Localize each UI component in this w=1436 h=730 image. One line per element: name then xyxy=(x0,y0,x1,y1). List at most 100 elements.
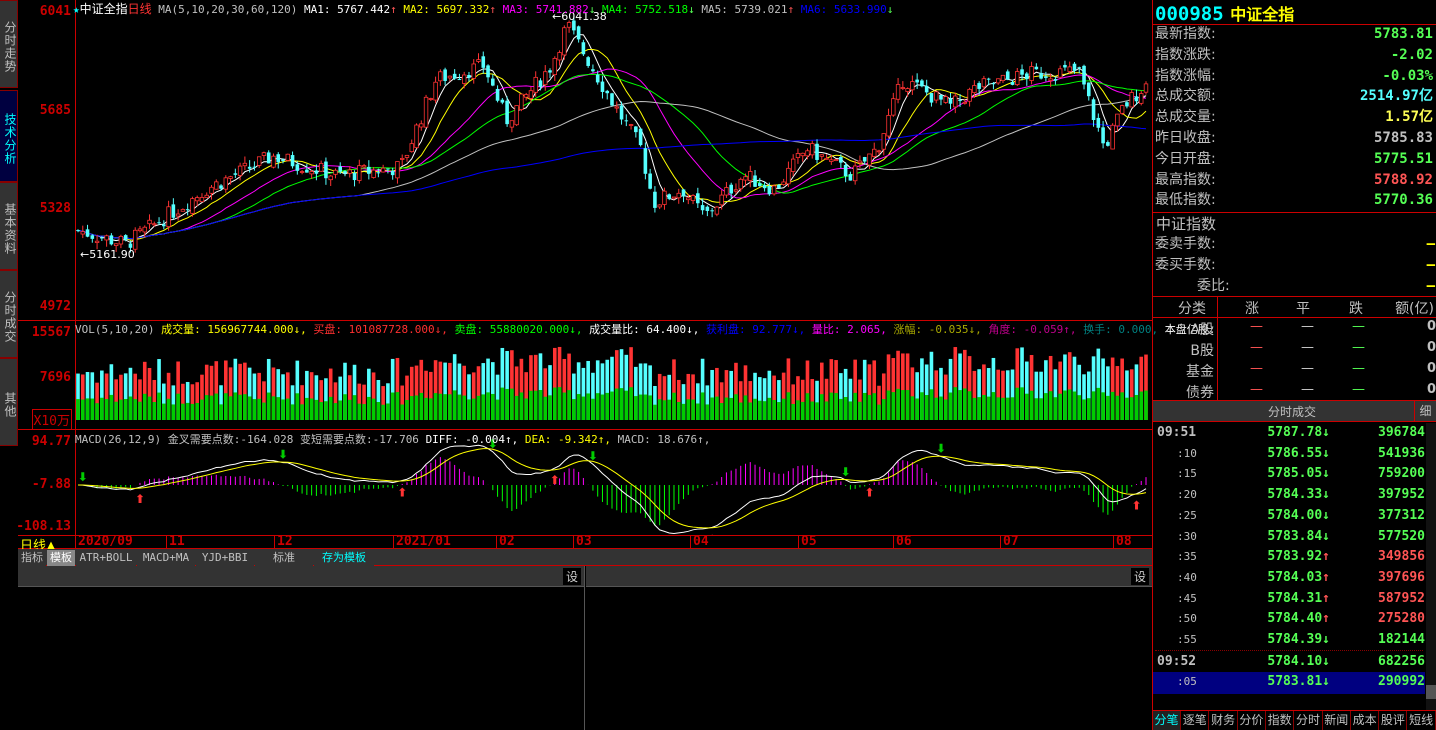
footer-tab[interactable]: 分价 xyxy=(1238,711,1266,730)
tick-row[interactable]: :25 5784.00↓ 377312 xyxy=(1155,505,1425,526)
index-name: 中证全指 xyxy=(1230,5,1295,24)
volume-sell-bar xyxy=(204,395,209,420)
candle-body xyxy=(228,176,233,179)
volume-sell-bar xyxy=(352,395,357,420)
volume-sell-bar xyxy=(510,388,514,420)
tick-row[interactable]: :55 5784.39↓ 182144 xyxy=(1155,629,1425,650)
x-tick: 12 xyxy=(274,535,293,549)
volume-sell-bar xyxy=(491,393,495,420)
candle-body xyxy=(386,168,390,170)
volume-sell-bar xyxy=(1005,397,1010,420)
candle-body xyxy=(290,155,295,167)
candle-body xyxy=(881,133,886,150)
footer-tab[interactable]: 成本 xyxy=(1351,711,1380,730)
tab-standard[interactable]: 标准 xyxy=(255,550,313,566)
footer-tab[interactable]: 逐笔 xyxy=(1181,711,1210,730)
tab-indicator[interactable]: 指标 xyxy=(18,550,46,566)
tick-row[interactable]: :45 5784.31↑ 587952 xyxy=(1155,588,1425,609)
tick-row[interactable]: :40 5784.03↑ 397696 xyxy=(1155,567,1425,588)
footer-tab[interactable]: 分时 xyxy=(1295,711,1323,730)
tick-row[interactable]: :35 5783.92↑ 349856 xyxy=(1155,546,1425,567)
volume-sell-bar xyxy=(95,403,99,420)
tick-row[interactable]: :15 5785.05↓ 759200 xyxy=(1155,463,1425,484)
tick-row[interactable]: 09:52 5784.10↓ 682256 xyxy=(1155,651,1425,672)
candle-body xyxy=(815,143,819,160)
candle-body xyxy=(934,91,939,101)
footer-tab[interactable]: 财务 xyxy=(1210,711,1238,730)
candle-body xyxy=(219,185,223,189)
tick-row[interactable]: :10 5786.55↓ 541936 xyxy=(1155,443,1425,464)
arrow-down-icon: ↓ xyxy=(1322,425,1330,440)
tick-row[interactable]: :50 5784.40↑ 275280 xyxy=(1155,608,1425,629)
volume-sell-bar xyxy=(238,394,242,420)
candle-body xyxy=(724,187,729,196)
candle-body xyxy=(233,173,238,175)
tick-row[interactable]: :30 5783.84↓ 577520 xyxy=(1155,526,1425,547)
candle-body xyxy=(528,90,534,99)
volume-sell-bar xyxy=(1010,397,1015,420)
volume-sell-bar xyxy=(996,397,1000,420)
volume-sell-bar xyxy=(200,399,204,420)
arrow-down-icon: ↓ xyxy=(1322,487,1330,503)
arrow-down-icon: ↓ xyxy=(1322,653,1330,669)
candle-body xyxy=(223,177,229,190)
candle-body xyxy=(104,235,109,241)
volume-sell-bar xyxy=(839,398,843,420)
volume-sell-bar xyxy=(448,394,452,420)
volume-sell-bar xyxy=(910,396,915,420)
volume-sell-bar xyxy=(958,390,962,420)
volume-sell-bar xyxy=(1029,390,1034,420)
tick-price: 5783.84 xyxy=(1267,528,1323,544)
tab-macd-ma[interactable]: MACD+MA xyxy=(137,550,195,566)
candle-body xyxy=(390,170,395,176)
volume-sell-bar xyxy=(371,398,376,420)
tick-row[interactable]: :20 5784.33↓ 397952 xyxy=(1155,484,1425,505)
tab-atr-boll[interactable]: ATR+BOLL xyxy=(76,550,136,566)
candle-body xyxy=(76,230,80,232)
tick-row[interactable]: :05 5783.81↓ 290992 xyxy=(1155,671,1425,692)
settings-button[interactable]: 设 xyxy=(1130,568,1149,585)
candle-body xyxy=(667,194,672,199)
candle-body xyxy=(180,209,186,212)
settings-button[interactable]: 设 xyxy=(562,568,581,585)
volume-sell-bar xyxy=(1053,397,1058,420)
footer-tab[interactable]: 新闻 xyxy=(1323,711,1351,730)
volume-sell-bar xyxy=(319,402,323,420)
footer-tab[interactable]: 指数 xyxy=(1266,711,1295,730)
tab-yjd-bbi[interactable]: YJD+BBI xyxy=(196,550,254,566)
tick-row[interactable]: 09:51 5787.78↓ 396784 xyxy=(1155,422,1425,443)
footer-tab[interactable]: 股评 xyxy=(1379,711,1408,730)
quote-value: -0.03% xyxy=(1382,67,1433,84)
candle-body xyxy=(839,156,843,163)
volume-sell-bar xyxy=(586,393,590,420)
volume-sell-bar xyxy=(796,400,800,420)
footer-tab[interactable]: 短线 xyxy=(1408,711,1436,730)
category-name: 债券 xyxy=(1186,385,1214,401)
save-template-button[interactable]: 存为模板 xyxy=(314,550,374,566)
candle-body xyxy=(915,79,919,83)
volume-sell-bar xyxy=(758,400,762,420)
tab-template[interactable]: 模板 xyxy=(47,550,75,566)
tick-time: :25 xyxy=(1177,508,1197,522)
tick-time: :55 xyxy=(1177,633,1197,646)
main-header: ★中证全指日线 MA(5,10,20,30,60,120) MA1: 5767.… xyxy=(73,0,893,17)
volume-sell-bar xyxy=(1034,398,1039,420)
candle-body xyxy=(199,197,205,203)
category-up: — xyxy=(1250,319,1263,334)
scrollbar[interactable] xyxy=(1426,423,1436,711)
footer-tab[interactable]: 分笔 xyxy=(1153,711,1181,730)
volume-sell-bar xyxy=(514,395,519,420)
volume-sell-bar xyxy=(185,402,190,420)
kline-chart[interactable]: ←6041.38←5161.90⬇⬆⬇⬆⬇⬆⬇⬆⬇⬆⬇⬆ xyxy=(0,0,1152,535)
candle-body xyxy=(505,100,509,125)
volume-sell-bar xyxy=(519,392,524,420)
candle-body xyxy=(409,143,414,153)
volume-sell-bar xyxy=(1086,398,1091,420)
detail-button[interactable]: 细 xyxy=(1414,401,1436,421)
quote-row: 指数涨跌: -2.02 xyxy=(1155,45,1435,66)
quote-row: 最新指数: 5783.81 xyxy=(1155,24,1435,45)
arrow-down-icon: ↓ xyxy=(886,3,894,16)
quote-value: 2514.97亿 xyxy=(1359,88,1433,105)
volume-sell-bar xyxy=(986,396,991,420)
volume-sell-bar xyxy=(934,397,939,420)
